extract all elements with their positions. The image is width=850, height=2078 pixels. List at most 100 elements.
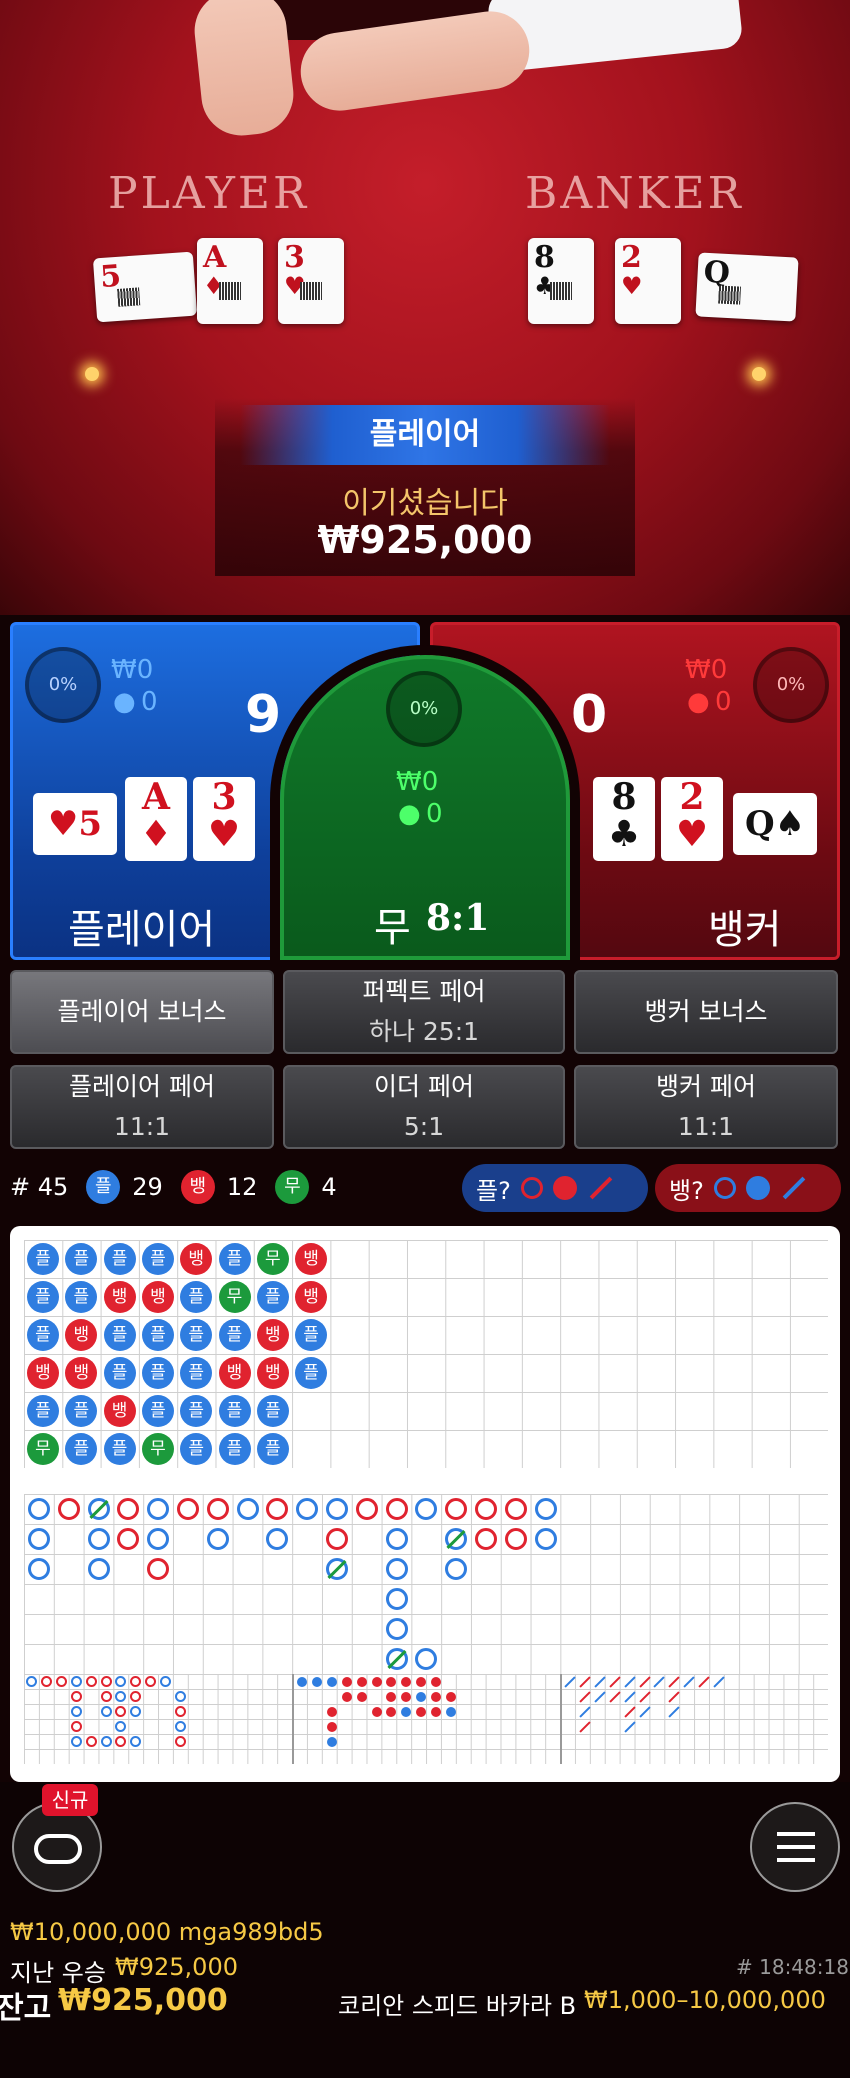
- tie-user-count: 0: [426, 799, 443, 829]
- bead-road-cell: 뱅: [103, 1281, 136, 1313]
- chat-icon: [34, 1834, 82, 1864]
- road-divider-2: [560, 1674, 562, 1764]
- big-road-mark: [385, 1528, 408, 1550]
- table-player-card-1: 5: [92, 251, 198, 323]
- dealer-left-hand: [190, 0, 298, 140]
- small-road-mark: [341, 1677, 352, 1687]
- bead-road-cell: 플: [141, 1319, 174, 1351]
- banker-bonus-button[interactable]: 뱅커 보너스: [574, 970, 838, 1054]
- bead-road-cell: 플: [27, 1395, 59, 1427]
- result-banner: 플레이어: [240, 405, 610, 465]
- big-eye-road-mark: [100, 1676, 112, 1687]
- table-banker-card-3: Q: [695, 252, 799, 322]
- tie-count-badge: 무: [275, 1170, 310, 1204]
- bead-road-cell: 무: [256, 1243, 289, 1275]
- big-road-mark: [236, 1498, 259, 1520]
- banker-percent-ring: 0%: [753, 647, 829, 723]
- big-eye-road-mark: [85, 1676, 97, 1687]
- ask-banker-button[interactable]: 뱅?: [655, 1164, 841, 1212]
- bead-road-cell: 뱅: [141, 1281, 174, 1313]
- big-road-mark: [534, 1528, 557, 1550]
- banker-pair-button[interactable]: 뱅커 페어 11:1: [574, 1065, 838, 1149]
- banker-card-1: 8 ♣: [593, 777, 655, 861]
- table-light-left: [85, 367, 99, 381]
- big-road-mark: [57, 1498, 80, 1520]
- bead-road-cell: 플: [295, 1319, 328, 1351]
- tie-bet-spot[interactable]: 0% ₩0 ● 0 무 8:1: [280, 655, 570, 960]
- banker-card-3: Q♠: [733, 793, 817, 855]
- bead-road-cell: 뱅: [256, 1357, 289, 1389]
- big-road-mark: [206, 1498, 229, 1520]
- small-road-mark: [297, 1677, 307, 1687]
- live-video-feed: PLAYER BANKER 5 A ♦ 3 ♥ 8 ♣ 2 ♥ Q 플레이어 이기셨습니…: [0, 0, 850, 615]
- big-road-mark: [87, 1558, 110, 1580]
- bead-road-cell: 플: [256, 1395, 289, 1427]
- tie-user-icon: ●: [398, 799, 421, 829]
- big-eye-road-mark: [100, 1691, 112, 1702]
- big-eye-road-mark: [100, 1736, 112, 1747]
- big-eye-road-mark: [175, 1721, 186, 1732]
- ask-player-button[interactable]: 플?: [462, 1164, 648, 1212]
- player-bonus-button[interactable]: 플레이어 보너스: [10, 970, 274, 1054]
- player-user-count: 0: [141, 687, 158, 717]
- small-road-mark: [446, 1692, 456, 1702]
- bead-road-cell: 플: [141, 1243, 174, 1275]
- player-pair-button[interactable]: 플레이어 페어 11:1: [10, 1065, 274, 1149]
- big-road-mark: [326, 1528, 348, 1550]
- big-road-mark: [475, 1498, 497, 1520]
- big-eye-road-mark: [175, 1691, 186, 1702]
- banker-score: 0: [571, 685, 608, 745]
- tie-bet-amount: ₩0: [396, 767, 439, 797]
- player-label: 플레이어: [68, 907, 216, 953]
- small-road-mark: [371, 1707, 382, 1717]
- bead-road-cell: 플: [180, 1433, 213, 1465]
- banker-user-icon: ●: [687, 687, 710, 717]
- banker-label: 뱅커: [708, 907, 782, 953]
- big-road-mark: [177, 1498, 199, 1520]
- small-road-mark: [326, 1737, 337, 1747]
- bead-road-cell: 플: [295, 1357, 328, 1389]
- banker-card-2: 2 ♥: [661, 777, 723, 861]
- big-road-mark: [475, 1528, 497, 1550]
- bead-road-cell: 뱅: [256, 1319, 289, 1351]
- balance-amount: ₩925,000: [58, 1983, 228, 2018]
- bead-road-cell: 무: [27, 1433, 59, 1465]
- bead-road-cell: 플: [180, 1319, 213, 1351]
- table-player-card-3: 3 ♥: [278, 238, 344, 324]
- bead-road-cell: 플: [103, 1319, 136, 1351]
- balance-label: 잔고: [0, 1991, 52, 2026]
- big-eye-road-mark: [70, 1721, 82, 1732]
- big-road-mark: [28, 1528, 50, 1550]
- perfect-pair-button[interactable]: 퍼펙트 페어 하나 25:1: [283, 970, 565, 1054]
- big-road-mark: [534, 1498, 557, 1520]
- bead-road-cell: 플: [256, 1433, 289, 1465]
- tie-percent-ring: 0%: [386, 671, 462, 747]
- big-eye-road-mark: [70, 1691, 82, 1702]
- big-eye-road-mark: [55, 1676, 67, 1687]
- player-count-badge: 플: [86, 1170, 121, 1204]
- new-badge: 신규: [42, 1784, 98, 1816]
- bead-road-cell: 플: [103, 1243, 136, 1275]
- either-pair-button[interactable]: 이더 페어 5:1: [283, 1065, 565, 1149]
- bead-road-cell: 플: [256, 1281, 289, 1313]
- big-eye-road-mark: [175, 1736, 186, 1747]
- player-user-icon: ●: [113, 687, 136, 717]
- big-eye-road-mark: [85, 1736, 97, 1747]
- big-eye-road-mark: [175, 1706, 186, 1717]
- result-message: 이기셨습니다: [342, 486, 508, 521]
- ask-slash-icon: [782, 1176, 806, 1200]
- small-road-mark: [356, 1692, 367, 1702]
- ask-player-label: 플?: [476, 1176, 511, 1205]
- bead-road-cell: 뱅: [103, 1395, 136, 1427]
- big-road-mark: [385, 1618, 408, 1640]
- ask-dot-icon: [552, 1176, 577, 1200]
- big-eye-road-mark: [40, 1676, 52, 1687]
- ask-banker-label: 뱅?: [669, 1176, 704, 1205]
- menu-button[interactable]: [750, 1802, 840, 1892]
- bead-road-cell: 무: [141, 1433, 174, 1465]
- limit-user-info: ₩10,000,000 mga989bd5: [10, 1918, 324, 1946]
- banker-user-count: 0: [715, 687, 732, 717]
- road-divider-1: [292, 1674, 294, 1764]
- game-limits: ₩1,000–10,000,000: [584, 1986, 826, 2014]
- small-road-mark: [341, 1692, 352, 1702]
